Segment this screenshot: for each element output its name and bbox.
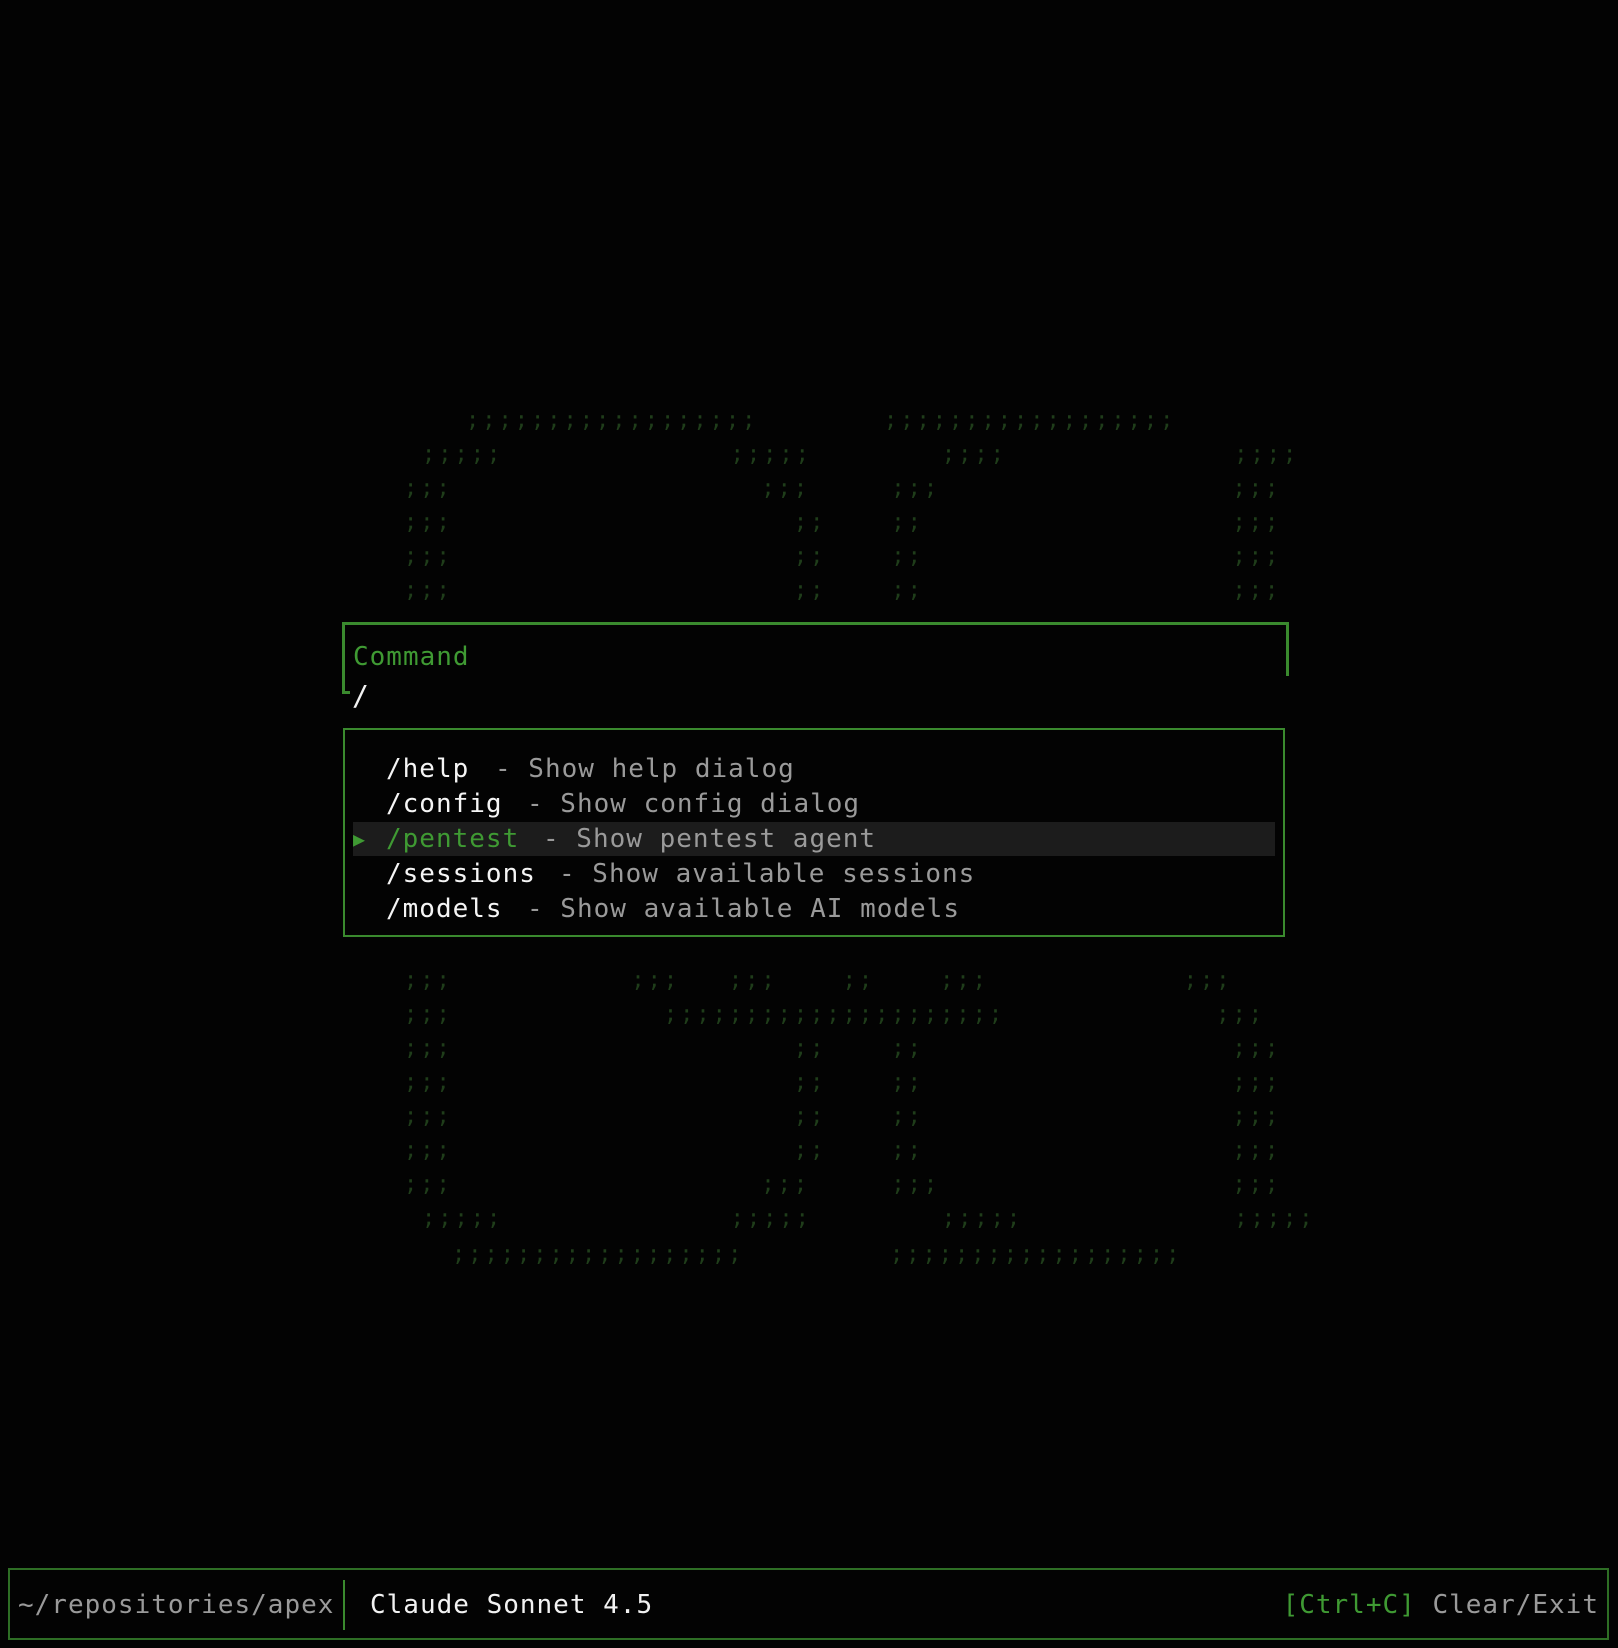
menu-item-description: - Show pentest agent bbox=[543, 824, 877, 854]
command-box-border-corner bbox=[342, 691, 350, 694]
menu-item-description: - Show config dialog bbox=[527, 789, 861, 819]
command-autocomplete-menu: /help - Show help dialog /config - Show … bbox=[343, 728, 1285, 937]
status-bar-divider bbox=[343, 1580, 345, 1630]
menu-item-command: /models bbox=[386, 894, 503, 924]
ascii-logo-line: ;;;;; ;;;;; ;;;; ;;;; bbox=[422, 442, 1300, 467]
ascii-logo-line: ;;;;;;;;;;;;;;;;;; bbox=[884, 408, 1177, 433]
command-box-border-left bbox=[342, 622, 345, 694]
menu-item-models[interactable]: /models - Show available AI models bbox=[353, 892, 1275, 926]
ascii-logo-line: ;;; ;; ;; ;;; bbox=[404, 1070, 1282, 1095]
shortcut-action: Clear/Exit bbox=[1432, 1590, 1599, 1620]
ascii-logo-line: ;;;;; ;;;;; ;;;;; ;;;;; bbox=[422, 1206, 1316, 1231]
current-directory: ~/repositories/apex bbox=[18, 1590, 335, 1620]
terminal-window: ;;;;;;;;;;;;;;;;;; ;;;;;;;;;;;;;;;;;; ;;… bbox=[0, 0, 1618, 1648]
ascii-logo-line: ;;; ;;; ;;; ;;; bbox=[404, 1172, 1282, 1197]
menu-item-pentest[interactable]: ▶ /pentest - Show pentest agent bbox=[353, 822, 1275, 856]
ascii-logo-line: ;;; ;;; ;;; ;;; bbox=[404, 476, 1282, 501]
command-label: Command bbox=[353, 642, 470, 672]
menu-item-description: - Show available AI models bbox=[527, 894, 960, 924]
command-input[interactable] bbox=[352, 679, 1252, 712]
menu-item-sessions[interactable]: /sessions - Show available sessions bbox=[353, 857, 1275, 891]
ascii-logo-line: ;;; ;;; ;;; ;; ;;; ;;; bbox=[404, 968, 1233, 993]
menu-item-command: /help bbox=[386, 754, 470, 784]
ascii-logo-line: ;;; ;; ;; ;;; bbox=[404, 1036, 1282, 1061]
menu-item-description: - Show available sessions bbox=[559, 859, 976, 889]
ascii-logo-line: ;;; ;; ;; ;;; bbox=[404, 510, 1282, 535]
command-box-border-right bbox=[1286, 622, 1289, 676]
menu-item-config[interactable]: /config - Show config dialog bbox=[353, 787, 1275, 821]
ascii-logo-line: ;;; ;;;;;;;;;;;;;;;;;;;;; ;;; bbox=[404, 1002, 1265, 1027]
ascii-logo-line: ;;; ;; ;; ;;; bbox=[404, 578, 1282, 603]
command-input-box[interactable]: Command bbox=[342, 622, 1290, 712]
menu-item-command: /config bbox=[386, 789, 503, 819]
active-model: Claude Sonnet 4.5 bbox=[370, 1590, 654, 1620]
shortcut-hint: [Ctrl+C] Clear/Exit bbox=[1283, 1590, 1599, 1620]
command-box-border-top bbox=[342, 622, 1286, 625]
ascii-logo-line: ;;; ;; ;; ;;; bbox=[404, 544, 1282, 569]
ascii-logo-line: ;;;;;;;;;;;;;;;;;; bbox=[890, 1242, 1183, 1267]
ascii-logo-line: ;;;;;;;;;;;;;;;;;; bbox=[452, 1242, 745, 1267]
ascii-logo-line: ;;;;;;;;;;;;;;;;;; bbox=[466, 408, 759, 433]
menu-item-command: /sessions bbox=[386, 859, 536, 889]
ascii-logo-line: ;;; ;; ;; ;;; bbox=[404, 1104, 1282, 1129]
status-bar: ~/repositories/apex Claude Sonnet 4.5 [C… bbox=[8, 1568, 1609, 1640]
shortcut-key: [Ctrl+C] bbox=[1282, 1590, 1416, 1620]
menu-item-help[interactable]: /help - Show help dialog bbox=[353, 752, 1275, 786]
menu-item-command: /pentest bbox=[386, 824, 520, 854]
menu-item-description: - Show help dialog bbox=[495, 754, 795, 784]
ascii-logo-line: ;;; ;; ;; ;;; bbox=[404, 1138, 1282, 1163]
selection-arrow-icon: ▶ bbox=[353, 827, 367, 851]
